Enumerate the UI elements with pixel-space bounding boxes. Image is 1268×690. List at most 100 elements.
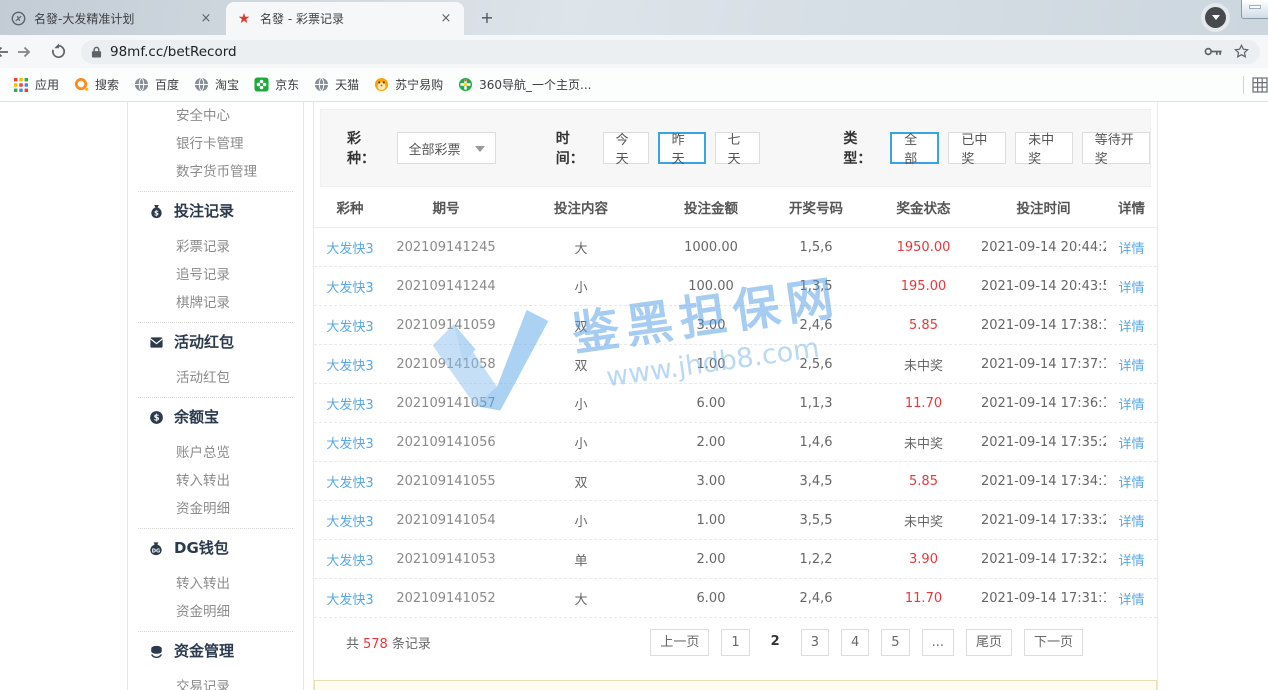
bet-content: 双 bbox=[506, 316, 656, 335]
page-button[interactable]: 4 bbox=[841, 629, 869, 656]
bookmark-star-icon[interactable] bbox=[1233, 43, 1250, 60]
page-button[interactable]: 下一页 bbox=[1024, 629, 1083, 656]
lottery-link[interactable]: 大发快3 bbox=[314, 550, 386, 569]
page-button[interactable]: 3 bbox=[801, 629, 829, 656]
column-header: 奖金状态 bbox=[866, 197, 981, 217]
bookmark-item[interactable]: 应用 bbox=[13, 76, 59, 93]
detail-link[interactable]: 详情 bbox=[1106, 238, 1157, 257]
page-button[interactable]: 2 bbox=[762, 629, 789, 656]
detail-link[interactable]: 详情 bbox=[1106, 550, 1157, 569]
sidebar-item[interactable]: 彩票记录 bbox=[128, 233, 303, 261]
detail-link[interactable]: 详情 bbox=[1106, 355, 1157, 374]
bet-content: 双 bbox=[506, 472, 656, 491]
bookmark-item[interactable]: 淘宝 bbox=[193, 76, 239, 93]
lottery-link[interactable]: 大发快3 bbox=[314, 433, 386, 452]
sidebar-section-header[interactable]: DGDG钱包 bbox=[128, 534, 303, 562]
sidebar-section-header[interactable]: $投注记录 bbox=[128, 197, 303, 225]
address-bar[interactable]: 98mf.cc/betRecord bbox=[81, 40, 1260, 64]
globe-icon bbox=[193, 77, 209, 93]
draw-numbers: 1,5,6 bbox=[766, 240, 866, 255]
sidebar-item[interactable]: 追号记录 bbox=[128, 261, 303, 289]
tab-bet-record[interactable]: ★ 名發 - 彩票记录 × bbox=[226, 2, 464, 35]
red-envelope-icon bbox=[148, 334, 164, 350]
minimize-icon bbox=[1249, 5, 1261, 9]
notice-box bbox=[314, 680, 1157, 690]
type-filter-button[interactable]: 全部 bbox=[890, 132, 939, 164]
detail-link[interactable]: 详情 bbox=[1106, 472, 1157, 491]
sidebar-item[interactable]: 转入转出 bbox=[128, 570, 303, 598]
lottery-link[interactable]: 大发快3 bbox=[314, 394, 386, 413]
sidebar-item[interactable]: 活动红包 bbox=[128, 364, 303, 392]
type-filter-button[interactable]: 未中奖 bbox=[1015, 132, 1073, 164]
page-content: 安全中心银行卡管理数字货币管理$投注记录彩票记录追号记录棋牌记录活动红包活动红包… bbox=[0, 102, 1268, 690]
bookmark-item[interactable]: 搜索 bbox=[73, 76, 119, 93]
page-button[interactable]: 上一页 bbox=[650, 629, 709, 656]
detail-link[interactable]: 详情 bbox=[1106, 277, 1157, 296]
type-filter-button[interactable]: 等待开奖 bbox=[1082, 132, 1150, 164]
detail-link[interactable]: 详情 bbox=[1106, 589, 1157, 608]
lottery-link[interactable]: 大发快3 bbox=[314, 589, 386, 608]
sidebar-item[interactable]: 数字货币管理 bbox=[128, 158, 303, 186]
sidebar-item[interactable]: 资金明细 bbox=[128, 495, 303, 523]
back-button[interactable] bbox=[0, 40, 13, 64]
prize-status: 5.85 bbox=[866, 318, 981, 333]
lottery-link[interactable]: 大发快3 bbox=[314, 238, 386, 257]
issue-number: 202109141245 bbox=[386, 240, 506, 255]
column-header: 期号 bbox=[386, 197, 506, 217]
sidebar-item[interactable]: 转入转出 bbox=[128, 467, 303, 495]
bookmark-item[interactable]: 天猫 bbox=[313, 76, 359, 93]
lottery-link[interactable]: 大发快3 bbox=[314, 355, 386, 374]
close-icon[interactable]: × bbox=[438, 11, 454, 26]
sidebar-item[interactable]: 银行卡管理 bbox=[128, 130, 303, 158]
page-button[interactable]: 5 bbox=[881, 629, 909, 656]
sidebar-item[interactable]: 账户总览 bbox=[128, 439, 303, 467]
sidebar-section-header[interactable]: 资金管理 bbox=[128, 637, 303, 665]
lottery-filter-label: 彩种： bbox=[347, 128, 385, 168]
detail-link[interactable]: 详情 bbox=[1106, 433, 1157, 452]
page-button[interactable]: ... bbox=[922, 629, 954, 656]
bookmark-item[interactable]: 百度 bbox=[133, 76, 179, 93]
reload-button[interactable] bbox=[47, 40, 69, 64]
pagination-bar: 共578条记录 上一页12345...尾页下一页 bbox=[314, 628, 1157, 656]
sidebar: 安全中心银行卡管理数字货币管理$投注记录彩票记录追号记录棋牌记录活动红包活动红包… bbox=[127, 102, 304, 690]
issue-number: 202109141052 bbox=[386, 591, 506, 606]
url-text[interactable]: 98mf.cc/betRecord bbox=[110, 44, 1194, 60]
page-button[interactable]: 尾页 bbox=[966, 629, 1012, 656]
minimize-button[interactable] bbox=[1241, 0, 1268, 19]
detail-link[interactable]: 详情 bbox=[1106, 316, 1157, 335]
sidebar-section-header[interactable]: $余额宝 bbox=[128, 403, 303, 431]
sidebar-item[interactable]: 交易记录 bbox=[128, 673, 303, 690]
type-filter-button[interactable]: 已中奖 bbox=[948, 132, 1006, 164]
dollar-circle-icon: $ bbox=[148, 409, 164, 425]
sidebar-item[interactable]: 安全中心 bbox=[128, 102, 303, 130]
bet-amount: 2.00 bbox=[656, 435, 766, 450]
media-control-button[interactable] bbox=[1201, 3, 1230, 32]
bookmark-grid-icon[interactable] bbox=[1252, 77, 1268, 93]
time-filter-button[interactable]: 今天 bbox=[603, 132, 649, 164]
bookmark-item[interactable]: 360导航_一个主页... bbox=[457, 76, 591, 93]
draw-numbers: 2,5,6 bbox=[766, 357, 866, 372]
tab-plan[interactable]: 名發-大发精准计划 × bbox=[0, 2, 224, 35]
issue-number: 202109141055 bbox=[386, 474, 506, 489]
lottery-type-select[interactable]: 全部彩票 bbox=[397, 132, 496, 164]
page-button[interactable]: 1 bbox=[721, 629, 749, 656]
detail-link[interactable]: 详情 bbox=[1106, 511, 1157, 530]
sidebar-item[interactable]: 棋牌记录 bbox=[128, 289, 303, 317]
lottery-link[interactable]: 大发快3 bbox=[314, 277, 386, 296]
time-filter-button[interactable]: 七天 bbox=[715, 132, 761, 164]
sidebar-section-label: 投注记录 bbox=[174, 197, 234, 225]
sidebar-item[interactable]: 资金明细 bbox=[128, 598, 303, 626]
detail-link[interactable]: 详情 bbox=[1106, 394, 1157, 413]
bookmark-item[interactable]: 京东 bbox=[253, 76, 299, 93]
lottery-link[interactable]: 大发快3 bbox=[314, 511, 386, 530]
forward-button[interactable] bbox=[13, 40, 35, 64]
lottery-link[interactable]: 大发快3 bbox=[314, 472, 386, 491]
new-tab-button[interactable]: + bbox=[474, 8, 500, 30]
lottery-link[interactable]: 大发快3 bbox=[314, 316, 386, 335]
close-icon[interactable]: × bbox=[198, 11, 214, 26]
time-filter-button[interactable]: 昨天 bbox=[658, 132, 706, 164]
sidebar-section-header[interactable]: 活动红包 bbox=[128, 328, 303, 356]
bet-amount: 1.00 bbox=[656, 357, 766, 372]
bookmark-item[interactable]: 苏宁易购 bbox=[373, 76, 443, 93]
key-icon[interactable] bbox=[1204, 46, 1223, 57]
